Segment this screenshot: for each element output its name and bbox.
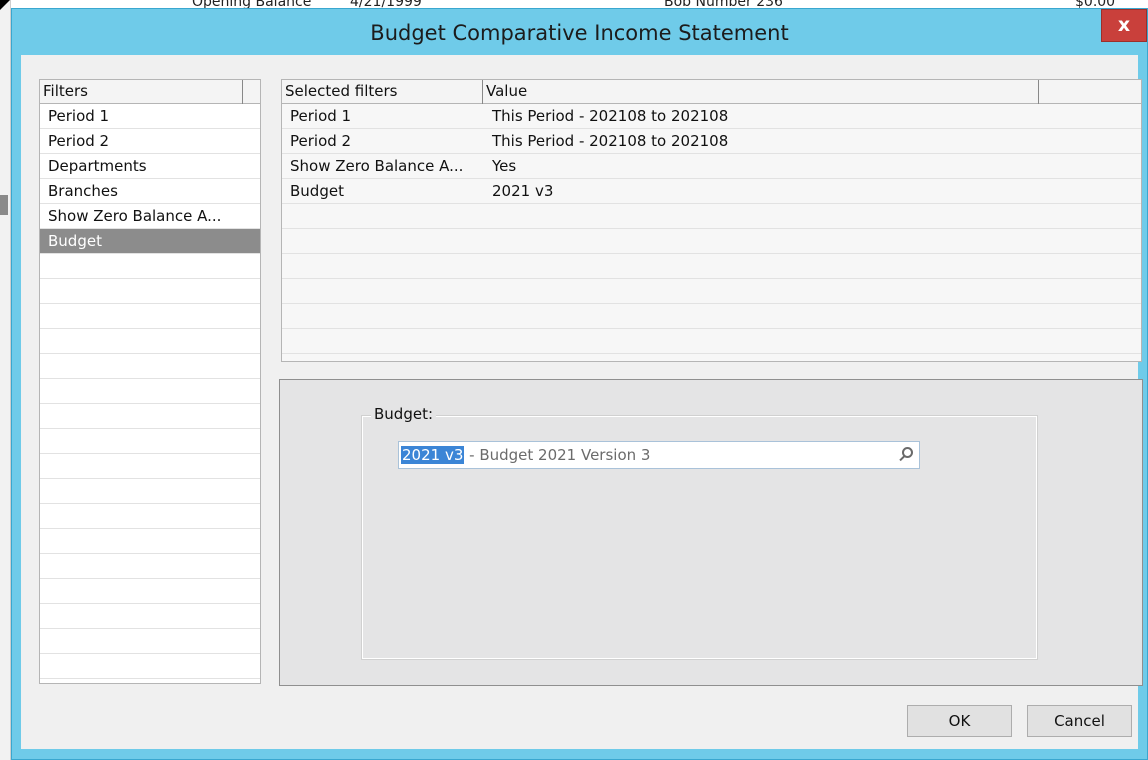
grid-empty-row	[282, 329, 1141, 354]
filter-empty-row	[40, 454, 260, 479]
filter-item-label: Period 2	[48, 132, 110, 150]
budget-description: - Budget 2021 Version 3	[464, 446, 651, 464]
filters-column-header[interactable]: Filters	[40, 80, 243, 104]
filter-empty-row	[40, 329, 260, 354]
selected-filter-name: Budget	[290, 182, 344, 200]
filter-item-show-zero-balance[interactable]: Show Zero Balance A...	[40, 204, 260, 229]
selected-filter-value: This Period - 202108 to 202108	[492, 132, 729, 150]
filter-item-label: Branches	[48, 182, 118, 200]
filter-item-branches[interactable]: Branches	[40, 179, 260, 204]
dialog-titlebar[interactable]: Budget Comparative Income Statement x	[12, 9, 1147, 55]
filter-empty-row	[40, 654, 260, 679]
mouse-cursor-icon	[0, 0, 10, 10]
selected-filter-value: 2021 v3	[492, 182, 554, 200]
selected-filter-row[interactable]: Period 2 This Period - 202108 to 202108	[282, 129, 1141, 154]
filter-item-budget[interactable]: Budget	[40, 229, 260, 254]
filter-empty-row	[40, 529, 260, 554]
selected-filter-row[interactable]: Show Zero Balance A... Yes	[282, 154, 1141, 179]
background-app-edge	[0, 0, 11, 760]
selected-filters-grid: Selected filters Value Period 1 This Per…	[281, 79, 1142, 362]
grid-empty-row	[282, 279, 1141, 304]
selected-filters-column-header[interactable]: Selected filters	[282, 80, 483, 104]
budget-lookup-input[interactable]: 2021 v3 - Budget 2021 Version 3	[398, 441, 920, 469]
grid-empty-row	[282, 204, 1141, 229]
filter-empty-row	[40, 504, 260, 529]
search-icon[interactable]	[902, 447, 913, 458]
filter-empty-row	[40, 604, 260, 629]
filter-empty-row	[40, 304, 260, 329]
close-button[interactable]: x	[1101, 9, 1147, 42]
filter-empty-row	[40, 479, 260, 504]
budget-group-label: Budget:	[371, 405, 437, 423]
filter-item-label: Period 1	[48, 107, 110, 125]
selected-filter-row[interactable]: Budget 2021 v3	[282, 179, 1141, 204]
ok-button[interactable]: OK	[907, 705, 1012, 737]
filter-empty-row	[40, 254, 260, 279]
budget-code: 2021 v3	[401, 446, 465, 464]
grid-empty-row	[282, 254, 1141, 279]
grid-empty-row	[282, 304, 1141, 329]
selected-filter-row[interactable]: Period 1 This Period - 202108 to 202108	[282, 104, 1141, 129]
selected-filter-name: Period 2	[290, 132, 352, 150]
filter-item-period-2[interactable]: Period 2	[40, 129, 260, 154]
selected-filter-name: Show Zero Balance A...	[290, 157, 464, 175]
header-end	[1039, 80, 1141, 104]
filter-item-label: Budget	[48, 232, 102, 250]
filter-empty-row	[40, 379, 260, 404]
dialog-client-area: Filters Period 1 Period 2 Departments Br…	[21, 55, 1143, 749]
filter-empty-row	[40, 404, 260, 429]
cancel-button[interactable]: Cancel	[1027, 705, 1132, 737]
filter-empty-row	[40, 279, 260, 304]
filter-item-period-1[interactable]: Period 1	[40, 104, 260, 129]
filter-empty-row	[40, 579, 260, 604]
grid-empty-row	[282, 229, 1141, 254]
value-column-header[interactable]: Value	[483, 80, 1039, 104]
filter-editor-panel: Budget: 2021 v3 - Budget 2021 Version 3	[279, 379, 1143, 686]
selected-filters-header: Selected filters Value	[282, 80, 1141, 104]
filter-item-label: Departments	[48, 157, 147, 175]
filter-item-departments[interactable]: Departments	[40, 154, 260, 179]
filters-list: Filters Period 1 Period 2 Departments Br…	[39, 79, 261, 684]
budget-group: Budget: 2021 v3 - Budget 2021 Version 3	[361, 405, 1038, 660]
filter-empty-row	[40, 629, 260, 654]
filter-empty-row	[40, 554, 260, 579]
selected-filter-name: Period 1	[290, 107, 352, 125]
filters-header-end	[243, 80, 260, 104]
selected-filter-value: Yes	[492, 157, 517, 175]
filter-empty-row	[40, 354, 260, 379]
dialog-title: Budget Comparative Income Statement	[370, 21, 789, 45]
filter-item-label: Show Zero Balance A...	[48, 207, 222, 225]
budget-comparative-dialog: Budget Comparative Income Statement x Fi…	[11, 8, 1148, 760]
selected-filter-value: This Period - 202108 to 202108	[492, 107, 729, 125]
filters-header: Filters	[40, 80, 260, 104]
filter-empty-row	[40, 429, 260, 454]
